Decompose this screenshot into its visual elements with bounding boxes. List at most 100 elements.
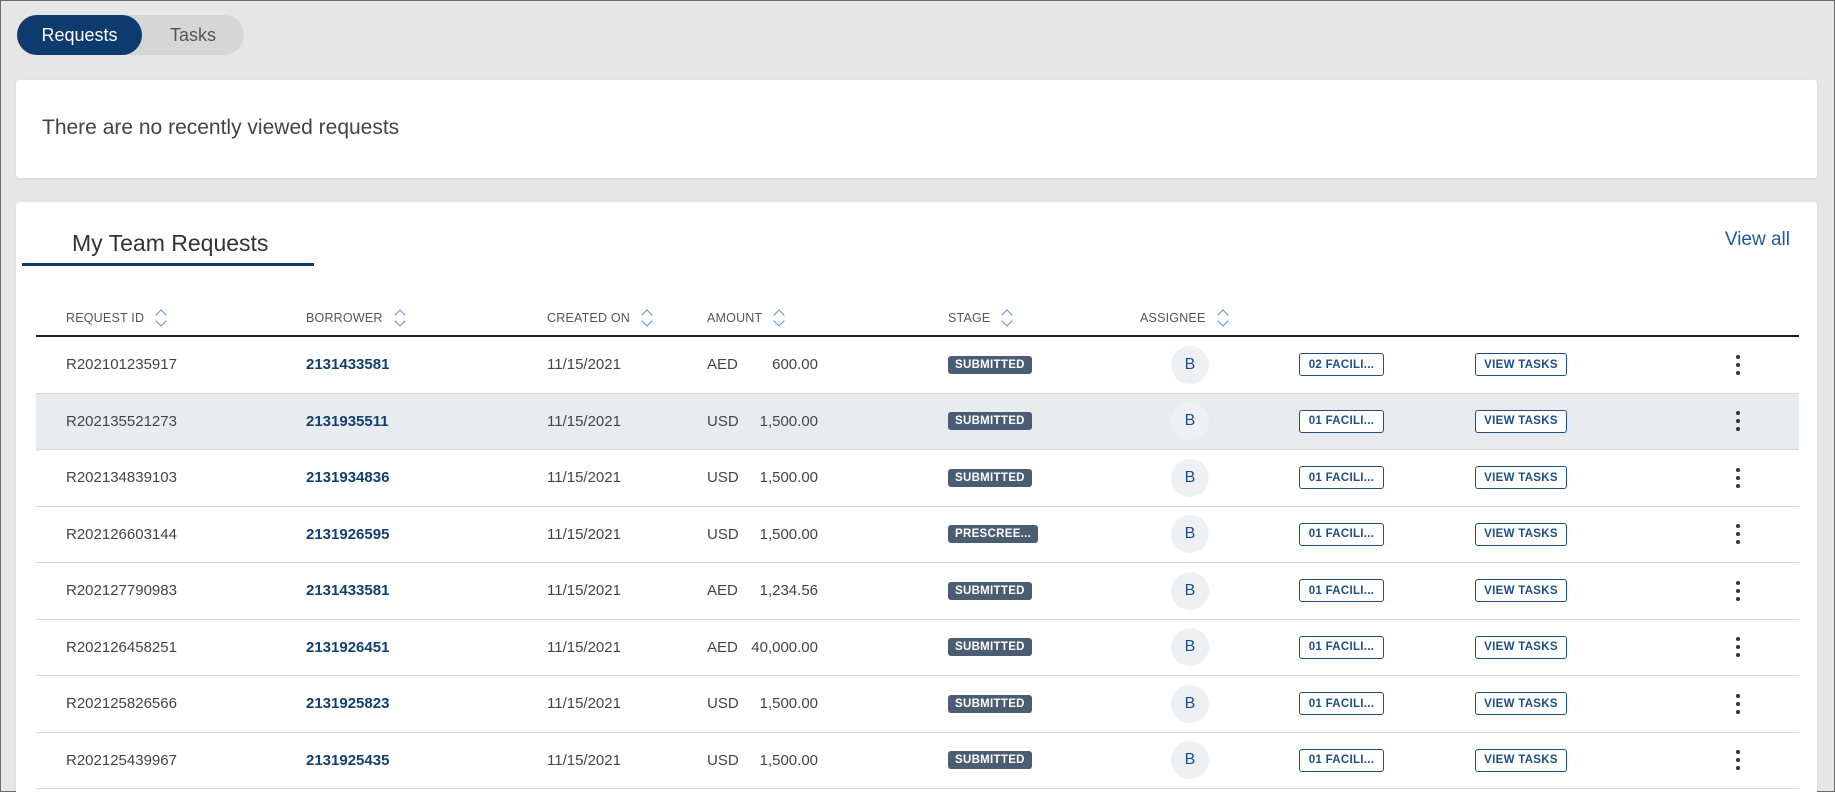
kebab-menu-icon[interactable] [1728, 406, 1748, 436]
assignee: B [1171, 733, 1209, 789]
row-menu [1728, 337, 1748, 393]
amount: USD 1,500.00 [707, 507, 818, 563]
borrower-link[interactable]: 2131926451 [306, 620, 389, 676]
table-row[interactable]: R202126458251 2131926451 11/15/2021 AED … [36, 620, 1799, 676]
row-menu [1728, 394, 1748, 450]
borrower-link[interactable]: 2131925435 [306, 733, 389, 789]
view-tasks: VIEW TASKS [1475, 450, 1567, 506]
kebab-menu-icon[interactable] [1728, 519, 1748, 549]
kebab-menu-icon[interactable] [1728, 745, 1748, 775]
sort-icon[interactable] [1000, 308, 1014, 328]
assignee: B [1171, 676, 1209, 732]
row-menu [1728, 620, 1748, 676]
table-row[interactable]: R202127790983 2131433581 11/15/2021 AED … [36, 563, 1799, 620]
avatar[interactable]: B [1171, 571, 1209, 610]
assignee: B [1171, 337, 1209, 393]
currency: USD [707, 525, 739, 543]
avatar[interactable]: B [1171, 628, 1209, 667]
view-all-link[interactable]: View all [1725, 229, 1790, 251]
request-id: R202134839103 [66, 469, 177, 487]
amount-value: 1,500.00 [759, 751, 818, 769]
stage-badge: SUBMITTED [948, 638, 1032, 657]
kebab-menu-icon[interactable] [1728, 689, 1748, 719]
borrower-link[interactable]: 2131934836 [306, 450, 389, 506]
sort-icon[interactable] [1216, 308, 1230, 328]
facility: 01 FACILI... [1299, 507, 1384, 563]
amount-value: 40,000.00 [751, 638, 818, 656]
view-toggle: Requests Tasks [17, 15, 244, 55]
stage-badge: SUBMITTED [948, 355, 1032, 374]
facility: 01 FACILI... [1299, 676, 1384, 732]
amount: USD 1,500.00 [707, 450, 818, 506]
kebab-menu-icon[interactable] [1728, 632, 1748, 662]
borrower-link[interactable]: 2131433581 [306, 563, 389, 619]
tab-my-team-requests[interactable]: My Team Requests [22, 212, 314, 266]
kebab-menu-icon[interactable] [1728, 350, 1748, 380]
currency: AED [707, 356, 738, 374]
sort-icon[interactable] [393, 308, 407, 328]
facility-button[interactable]: 01 FACILI... [1299, 579, 1384, 603]
tab-label: My Team Requests [72, 230, 269, 256]
table-row[interactable]: R202101235917 2131433581 11/15/2021 AED … [36, 337, 1799, 394]
created-on: 11/15/2021 [547, 469, 621, 487]
currency: AED [707, 582, 738, 600]
facility-button[interactable]: 01 FACILI... [1299, 748, 1384, 772]
avatar[interactable]: B [1171, 402, 1209, 441]
facility: 01 FACILI... [1299, 733, 1384, 789]
borrower-link[interactable]: 2131926595 [306, 507, 389, 563]
tasks-toggle-button[interactable]: Tasks [142, 15, 244, 55]
kebab-menu-icon[interactable] [1728, 576, 1748, 606]
created-on: 11/15/2021 [547, 695, 621, 713]
view-tasks-button[interactable]: VIEW TASKS [1475, 635, 1567, 659]
view-tasks: VIEW TASKS [1475, 394, 1567, 450]
avatar[interactable]: B [1171, 345, 1209, 384]
facility-button[interactable]: 01 FACILI... [1299, 409, 1384, 433]
amount: AED 600.00 [707, 337, 818, 393]
created-on: 11/15/2021 [547, 751, 621, 769]
view-tasks-button[interactable]: VIEW TASKS [1475, 692, 1567, 716]
borrower-link[interactable]: 2131935511 [306, 394, 389, 450]
borrower-link[interactable]: 2131925823 [306, 676, 389, 732]
facility-button[interactable]: 02 FACILI... [1299, 353, 1384, 377]
avatar[interactable]: B [1171, 741, 1209, 780]
table-row[interactable]: R202135521273 2131935511 11/15/2021 USD … [36, 393, 1799, 450]
amount: AED 1,234.56 [707, 563, 818, 619]
borrower-link[interactable]: 2131433581 [306, 337, 389, 393]
created-on: 11/15/2021 [547, 582, 621, 600]
table-row[interactable]: R202126603144 2131926595 11/15/2021 USD … [36, 507, 1799, 563]
view-tasks-button[interactable]: VIEW TASKS [1475, 353, 1567, 377]
currency: USD [707, 751, 739, 769]
amount: USD 1,500.00 [707, 733, 818, 789]
view-tasks-button[interactable]: VIEW TASKS [1475, 466, 1567, 490]
table-row[interactable]: R202125439967 2131925435 11/15/2021 USD … [36, 733, 1799, 789]
avatar[interactable]: B [1171, 458, 1209, 497]
facility-button[interactable]: 01 FACILI... [1299, 635, 1384, 659]
facility-button[interactable]: 01 FACILI... [1299, 522, 1384, 546]
column-header-borrower: BORROWER [306, 308, 407, 328]
view-tasks: VIEW TASKS [1475, 563, 1567, 619]
facility: 01 FACILI... [1299, 620, 1384, 676]
avatar[interactable]: B [1171, 684, 1209, 723]
sort-icon[interactable] [154, 308, 168, 328]
request-id: R202126603144 [66, 525, 177, 543]
column-header-created-on: CREATED ON [547, 308, 654, 328]
avatar[interactable]: B [1171, 515, 1209, 554]
assignee: B [1171, 563, 1209, 619]
view-tasks-button[interactable]: VIEW TASKS [1475, 579, 1567, 603]
column-header-request-id: REQUEST ID [66, 308, 168, 328]
request-id: R202125826566 [66, 695, 177, 713]
requests-table: REQUEST ID BORROWER CREATED ON AMOUNT ST… [36, 298, 1799, 789]
view-tasks-button[interactable]: VIEW TASKS [1475, 409, 1567, 433]
requests-toggle-button[interactable]: Requests [17, 15, 142, 55]
facility-button[interactable]: 01 FACILI... [1299, 466, 1384, 490]
sort-icon[interactable] [640, 308, 654, 328]
kebab-menu-icon[interactable] [1728, 463, 1748, 493]
column-label: ASSIGNEE [1140, 311, 1206, 325]
assignee: B [1171, 450, 1209, 506]
table-row[interactable]: R202134839103 2131934836 11/15/2021 USD … [36, 450, 1799, 507]
table-row[interactable]: R202125826566 2131925823 11/15/2021 USD … [36, 676, 1799, 733]
sort-icon[interactable] [772, 308, 786, 328]
facility-button[interactable]: 01 FACILI... [1299, 692, 1384, 716]
view-tasks-button[interactable]: VIEW TASKS [1475, 522, 1567, 546]
view-tasks-button[interactable]: VIEW TASKS [1475, 748, 1567, 772]
